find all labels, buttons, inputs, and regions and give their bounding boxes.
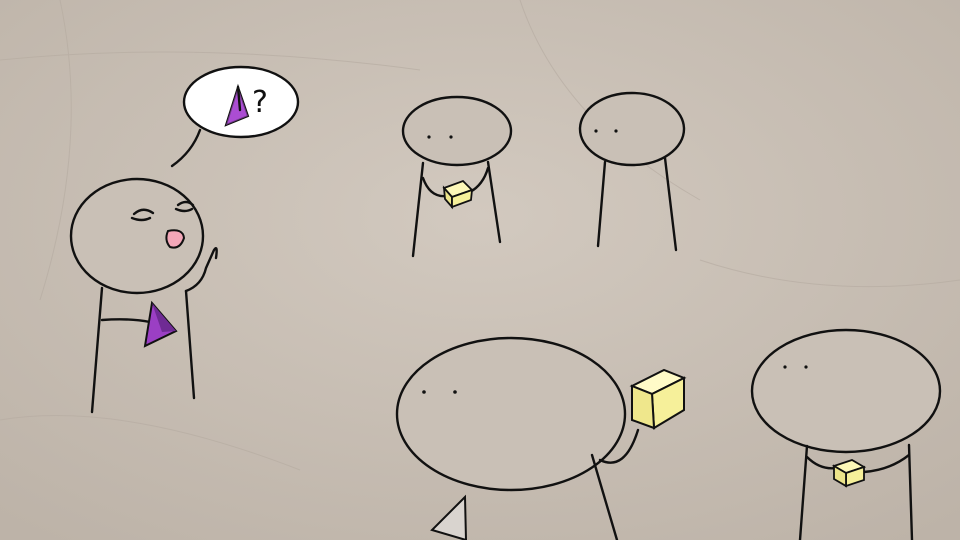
scene-svg: ? bbox=[0, 0, 960, 540]
bubble-question-mark: ? bbox=[252, 85, 268, 120]
illustration-scene: ? bbox=[0, 0, 960, 540]
held-cube-medium bbox=[831, 459, 867, 488]
